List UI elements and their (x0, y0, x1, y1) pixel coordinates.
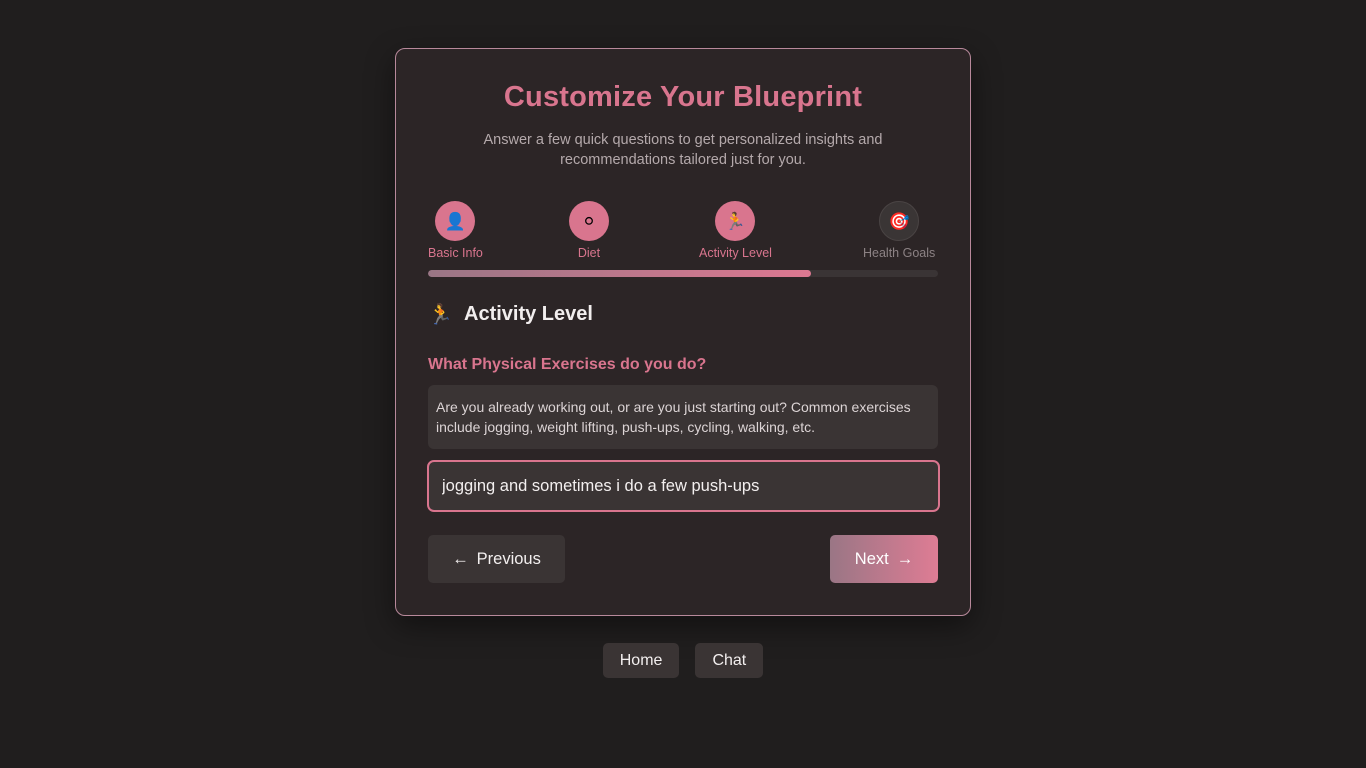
step-label: Activity Level (699, 246, 772, 260)
previous-button-label: Previous (476, 549, 541, 568)
step-label: Health Goals (863, 246, 936, 260)
step-health-goals[interactable]: 🎯 Health Goals (863, 201, 935, 260)
previous-button[interactable]: ← Previous (428, 535, 565, 583)
page-subtitle: Answer a few quick questions to get pers… (483, 132, 883, 168)
arrow-left-icon: ← (452, 549, 469, 568)
runner-icon: 🏃 (715, 201, 756, 241)
chat-button[interactable]: Chat (695, 643, 764, 678)
step-label: Diet (577, 246, 601, 260)
progress-bar-fill (428, 270, 811, 277)
target-icon: 🎯 (879, 201, 920, 241)
step-basic-info[interactable]: 👤 Basic Info (428, 201, 483, 260)
section-header: 🏃 Activity Level (428, 302, 593, 327)
step-diet[interactable]: ⚪ Diet (569, 201, 609, 260)
diet-icon: ⚪ (569, 201, 609, 241)
progress-bar (428, 270, 938, 277)
question-label: What Physical Exercises do you do? (428, 356, 707, 373)
step-label: Basic Info (428, 246, 483, 260)
next-button-label: Next (854, 549, 889, 568)
question-hint: Are you already working out, or are you … (428, 385, 938, 449)
arrow-right-icon: → (896, 549, 914, 568)
footer-nav: Home Chat (0, 643, 1366, 678)
next-button[interactable]: Next → (830, 535, 938, 583)
step-indicator: 👤 Basic Info ⚪ Diet 🏃 Activity Level 🎯 H… (428, 201, 938, 261)
person-silhouette-icon: 👤 (435, 201, 476, 241)
runner-icon: 🏃 (428, 304, 453, 326)
home-button[interactable]: Home (602, 643, 680, 678)
exercise-answer-input[interactable] (427, 460, 940, 512)
blueprint-card: Customize Your Blueprint Answer a few qu… (395, 48, 971, 616)
step-activity-level[interactable]: 🏃 Activity Level (699, 201, 772, 260)
section-title: Activity Level (464, 303, 593, 325)
page-title: Customize Your Blueprint (503, 81, 863, 113)
